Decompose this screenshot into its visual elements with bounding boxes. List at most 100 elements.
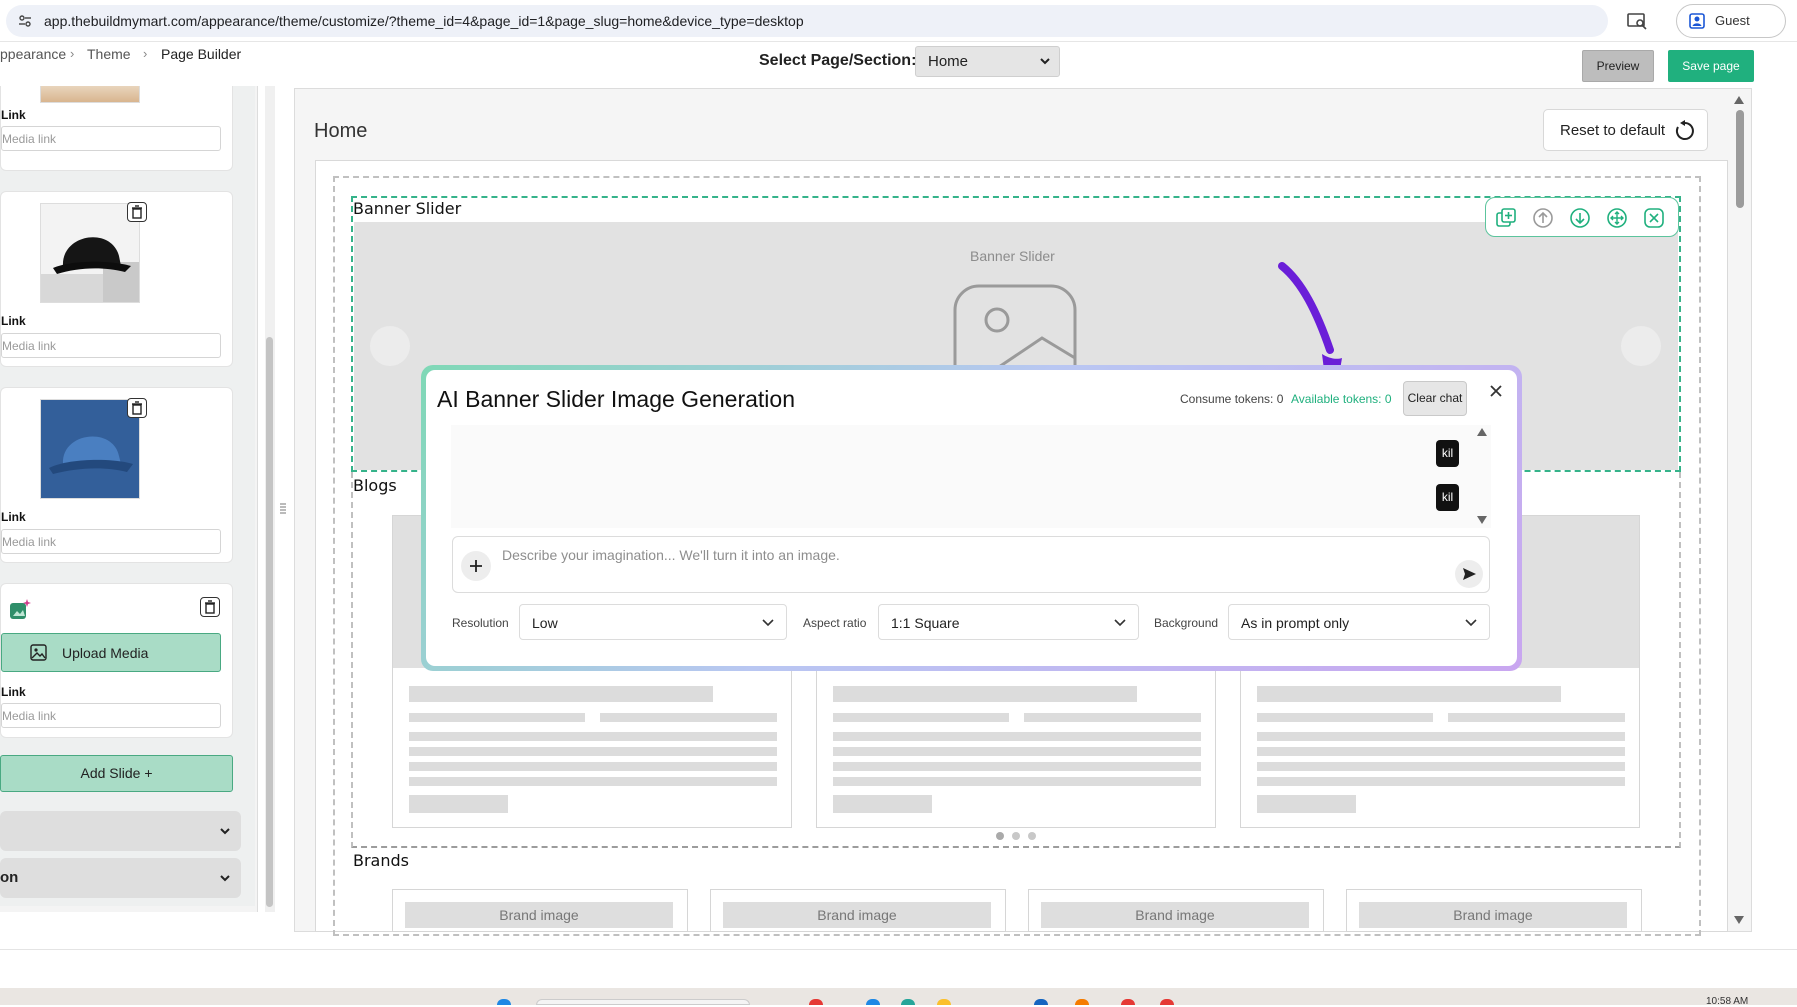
delete-slide-button[interactable] [200,597,220,617]
trash-icon [205,600,215,614]
close-icon[interactable] [1488,383,1504,399]
main-scrollbar-thumb[interactable] [1736,110,1744,208]
breadcrumb-page-builder: Page Builder [161,46,242,62]
profile-label: Guest [1715,13,1750,28]
taskbar-app-icon[interactable] [1160,999,1174,1005]
taskbar-search[interactable] [536,999,750,1005]
resolution-select[interactable]: Low [519,604,787,640]
slide-image [40,86,140,103]
chevron-down-icon [1114,619,1126,627]
slide-card: Upload Media Link Media link [0,583,233,738]
delete-slide-button[interactable] [127,202,147,222]
brand-image-placeholder: Brand image [1041,902,1309,928]
reset-to-default-button[interactable]: Reset to default [1543,109,1708,151]
add-slide-button[interactable]: Add Slide + [0,755,233,792]
chevron-down-icon [762,619,774,627]
image-icon [30,644,47,661]
taskbar-app-icon[interactable] [1075,999,1089,1005]
duplicate-icon[interactable] [1495,207,1517,229]
page-title: Home [314,120,368,142]
skeleton-line [600,713,777,722]
move-icon[interactable] [1606,207,1628,229]
page-select[interactable]: Home [915,46,1060,77]
background-select[interactable]: As in prompt only [1228,604,1490,640]
browser-toolbar: app.thebuildmymart.com/appearance/theme/… [0,0,1797,42]
prompt-placeholder: Describe your imagination... We'll turn … [502,547,840,563]
start-icon[interactable] [497,999,511,1005]
taskbar-app-icon[interactable] [937,999,951,1005]
taskbar-app-icon[interactable] [901,999,915,1005]
skeleton-button [833,795,932,813]
taskbar-app-icon[interactable] [1034,999,1048,1005]
attach-button[interactable] [461,551,491,581]
media-link-input[interactable]: Media link [1,703,221,728]
media-link-input[interactable]: Media link [1,126,221,151]
main-scrollbar[interactable] [1732,94,1746,924]
banner-placeholder-label: Banner Slider [970,248,1055,264]
send-button[interactable] [1455,560,1483,588]
sidebar: Link Media link Link Media link Link Med… [0,86,258,912]
slider-next-button[interactable] [1621,326,1661,366]
send-icon [1463,568,1476,580]
taskbar-app-icon[interactable] [809,999,823,1005]
accordion-section[interactable]: on [0,858,241,898]
annotation-arrow [1278,262,1342,370]
address-bar[interactable]: app.thebuildmymart.com/appearance/theme/… [6,5,1608,37]
url-text[interactable]: app.thebuildmymart.com/appearance/theme/… [44,13,804,29]
move-down-icon[interactable] [1569,207,1591,229]
slides-list: Link Media link Link Media link Link Med… [0,86,255,906]
prompt-input[interactable] [452,536,1490,593]
skeleton-line [1257,762,1625,771]
media-link-input[interactable]: Media link [1,529,221,554]
scroll-down-icon[interactable] [1734,916,1744,924]
scroll-up-icon[interactable] [1477,428,1487,436]
clear-chat-button[interactable]: Clear chat [1403,381,1467,416]
resolution-value: Low [532,615,558,631]
carousel-dot[interactable] [1028,832,1036,840]
site-info-icon[interactable] [18,14,32,28]
remove-section-icon[interactable] [1643,207,1665,229]
accordion-section[interactable] [0,811,241,851]
resize-handle-icon[interactable] [279,502,287,516]
media-link-input[interactable]: Media link [1,333,221,358]
aspect-ratio-label: Aspect ratio [803,616,867,630]
taskbar-app-icon[interactable] [1121,999,1135,1005]
scroll-up-icon[interactable] [1734,96,1744,104]
link-label: Link [1,314,26,328]
carousel-dot-active[interactable] [996,832,1004,840]
accordion-label: on [0,869,19,886]
brands-section-label: Brands [353,851,409,870]
consume-tokens-count: Consume tokens: 0 [1180,392,1284,406]
breadcrumb-appearance[interactable]: ppearance [0,46,66,62]
chat-history[interactable] [451,425,1491,528]
trash-icon [132,205,142,219]
slider-prev-button[interactable] [370,326,410,366]
save-page-button[interactable]: Save page [1668,50,1754,82]
delete-slide-button[interactable] [127,398,147,418]
carousel-dot[interactable] [1012,832,1020,840]
skeleton-line [409,686,713,702]
select-page-label: Select Page/Section: [759,52,917,69]
profile-button[interactable]: Guest [1676,4,1786,38]
ai-image-icon[interactable] [8,598,32,622]
preview-button[interactable]: Preview [1582,50,1654,82]
upload-media-button[interactable]: Upload Media [1,633,221,672]
skeleton-line [1257,713,1433,722]
chat-message: kil [1436,440,1459,467]
skeleton-button [409,795,508,813]
move-up-icon[interactable] [1532,207,1554,229]
scroll-down-icon[interactable] [1477,516,1487,524]
aspect-ratio-select[interactable]: 1:1 Square [878,604,1139,640]
blue-cap-image [41,400,139,498]
os-taskbar [0,988,1797,1005]
media-link-placeholder: Media link [2,709,57,723]
divider [0,949,1797,950]
screen-search-icon[interactable] [1626,10,1648,32]
taskbar-app-icon[interactable] [866,999,880,1005]
sidebar-scrollbar-thumb[interactable] [266,337,273,907]
slide-image-black-cap [40,203,140,303]
image-placeholder-icon [953,284,1077,373]
skeleton-line [833,713,1009,722]
upload-media-label: Upload Media [62,645,149,661]
breadcrumb-theme[interactable]: Theme [87,46,131,62]
